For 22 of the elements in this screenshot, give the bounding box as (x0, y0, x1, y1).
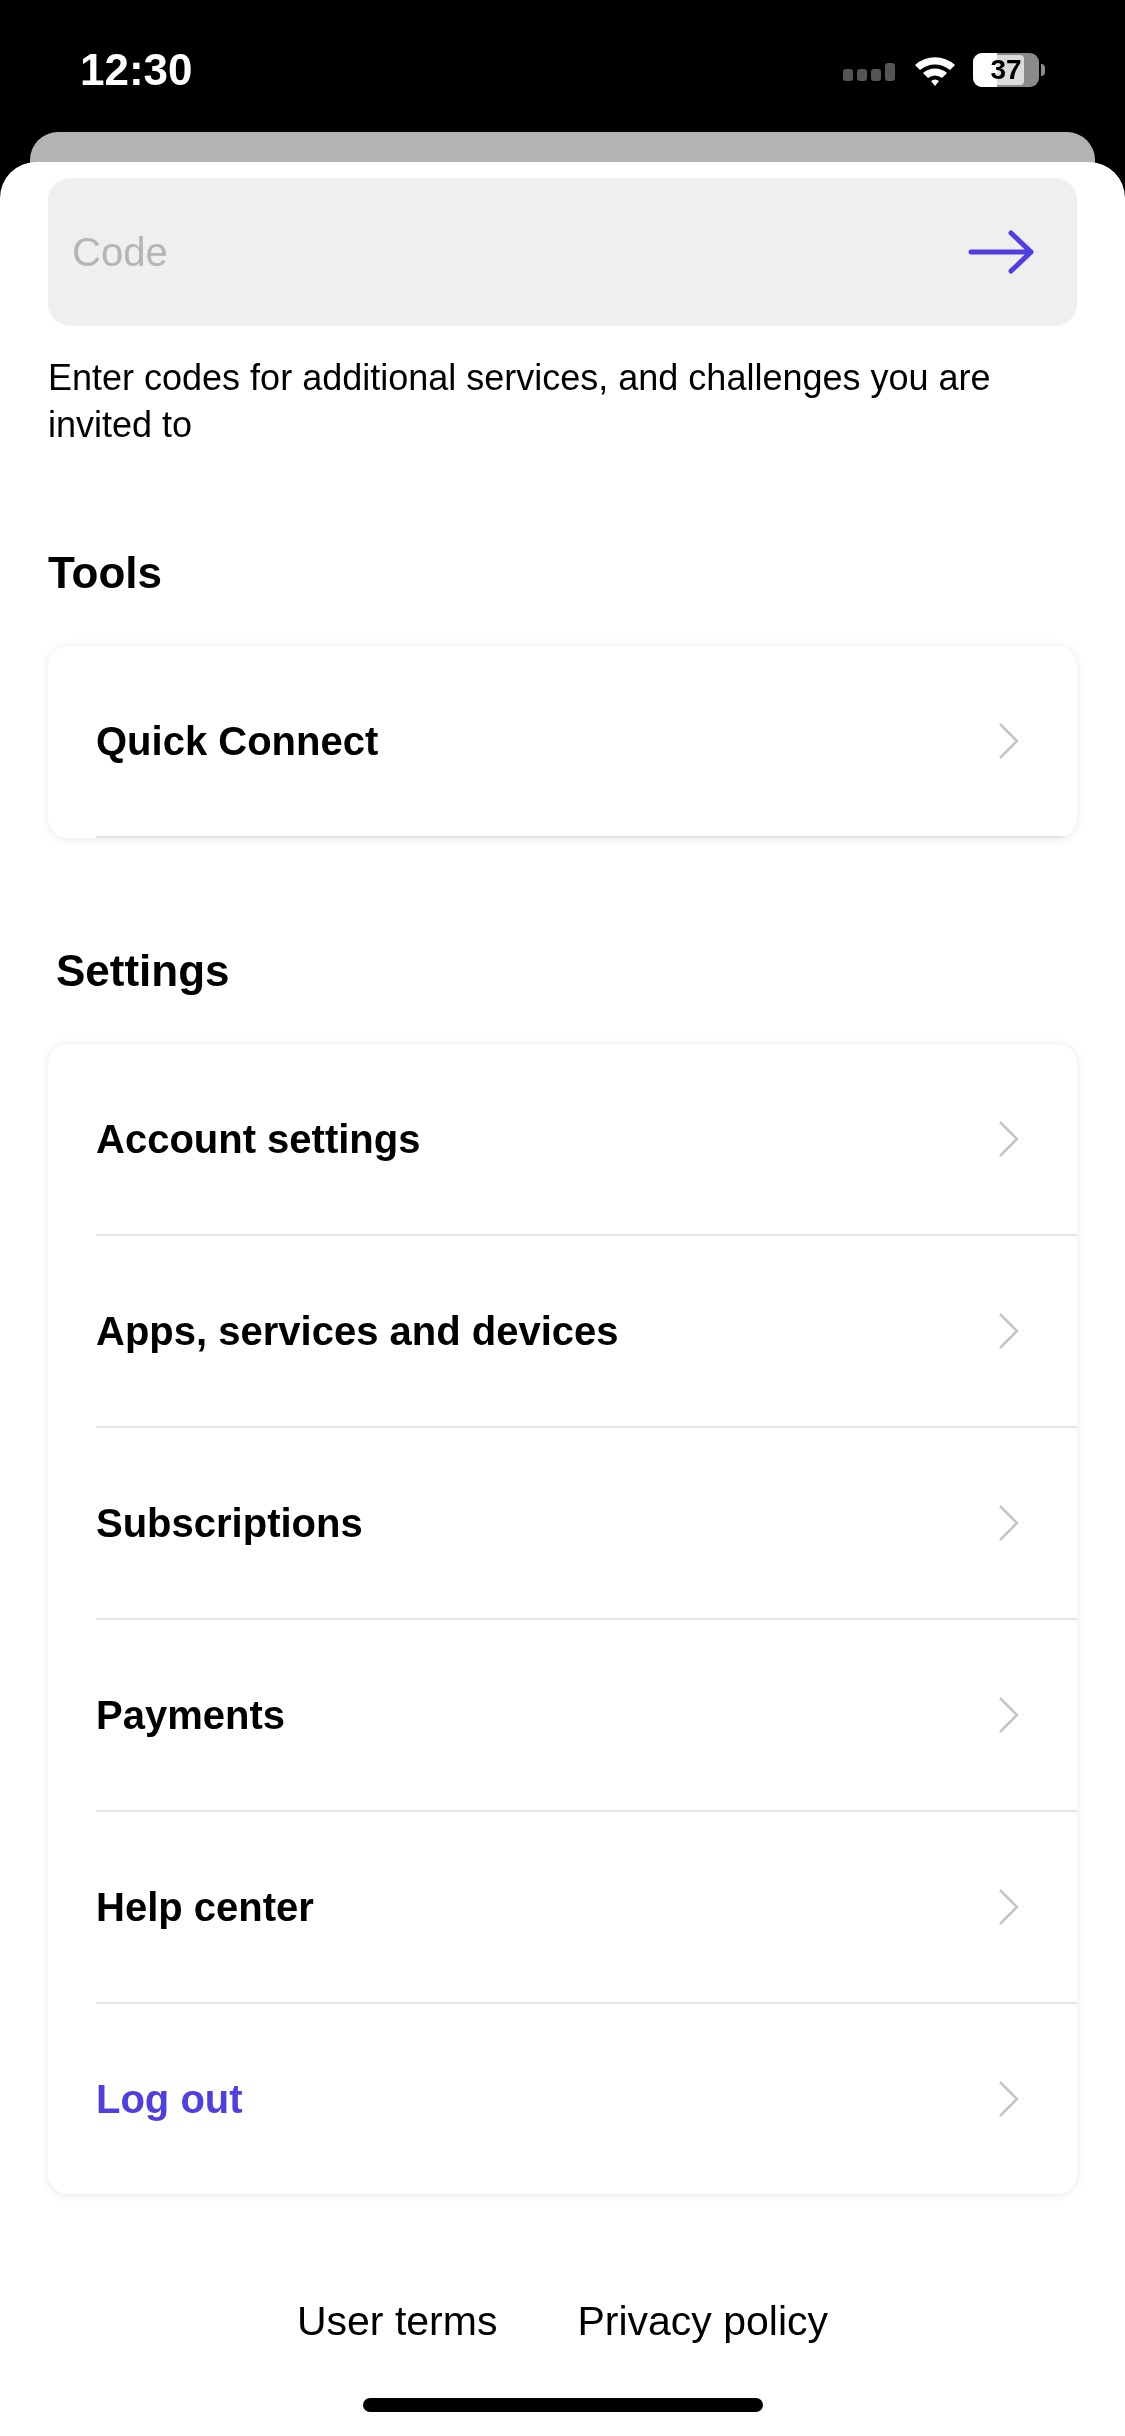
settings-row[interactable]: Apps, services and devices (48, 1236, 1077, 1426)
settings-row[interactable]: Subscriptions (48, 1428, 1077, 1618)
chevron-right-icon (997, 721, 1021, 761)
chevron-right-icon (997, 1887, 1021, 1927)
status-time: 12:30 (80, 44, 193, 96)
footer-link[interactable]: User terms (296, 2290, 498, 2352)
settings-row[interactable]: Payments (48, 1620, 1077, 1810)
settings-row[interactable]: Account settings (48, 1044, 1077, 1234)
chevron-right-icon (997, 1119, 1021, 1159)
chevron-right-icon (997, 2079, 1021, 2119)
code-hint: Enter codes for additional services, and challenges you are invited to (48, 356, 992, 447)
section-heading: Settings (56, 945, 231, 997)
arrow-right-icon[interactable] (967, 230, 1037, 274)
footer-link[interactable]: Privacy policy (577, 2290, 829, 2352)
section-heading: Tools (48, 547, 164, 599)
code-field[interactable]: Code (48, 178, 1077, 326)
chevron-right-icon (997, 1311, 1021, 1351)
chevron-right-icon (997, 1503, 1021, 1543)
settings-row[interactable]: Quick Connect (48, 646, 1077, 836)
chevron-right-icon (997, 1695, 1021, 1735)
settings-row[interactable]: Log out (48, 2004, 1077, 2194)
settings-row[interactable]: Help center (48, 1812, 1077, 2002)
